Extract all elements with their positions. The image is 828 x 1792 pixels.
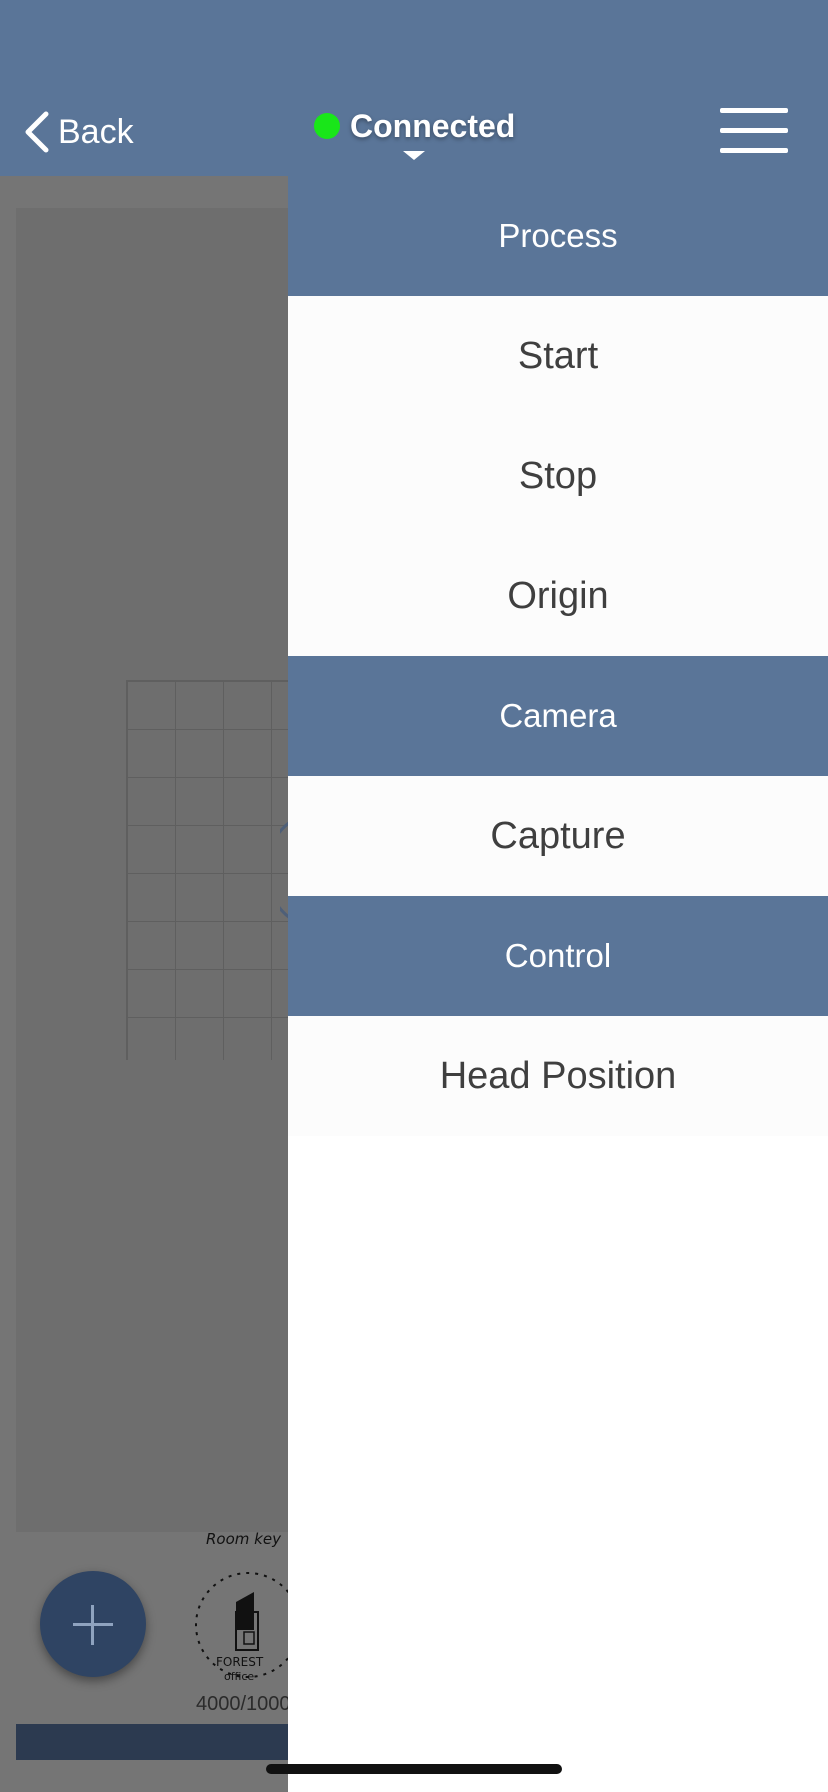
design-thumbnail[interactable]: Room key FOREST office (186, 1530, 301, 1690)
back-label: Back (58, 112, 134, 151)
back-button[interactable]: Back (22, 108, 134, 156)
menu-section-camera: Camera (288, 656, 828, 776)
work-grid (126, 680, 288, 1060)
menu-section-process: Process (288, 176, 828, 296)
connection-status-text: Connected (350, 107, 516, 144)
side-menu: Process Start Stop Origin Camera Capture… (288, 176, 828, 1792)
svg-text:FOREST: FOREST (216, 1655, 264, 1669)
hamburger-icon-line (720, 128, 788, 133)
status-dot-icon (314, 113, 340, 139)
menu-item-capture[interactable]: Capture (288, 776, 828, 896)
menu-item-stop[interactable]: Stop (288, 416, 828, 536)
connection-status[interactable]: Connected (314, 104, 515, 148)
chevron-left-icon (25, 111, 49, 153)
svg-text:office: office (224, 1670, 254, 1683)
add-button[interactable] (40, 1571, 146, 1677)
hamburger-icon-line (720, 108, 788, 113)
caret-down-icon (403, 151, 425, 160)
menu-item-start[interactable]: Start (288, 296, 828, 416)
thumbnail-caption: 4000/1000 (196, 1693, 288, 1715)
svg-text:Room key: Room key (206, 1530, 282, 1548)
menu-item-head-position[interactable]: Head Position (288, 1016, 828, 1136)
menu-section-control: Control (288, 896, 828, 1016)
hamburger-icon-line (720, 148, 788, 153)
top-bar: Back Connected (0, 0, 828, 176)
menu-item-origin[interactable]: Origin (288, 536, 828, 656)
home-indicator[interactable] (266, 1764, 562, 1774)
bottom-toolbar (16, 1724, 288, 1760)
forest-office-logo: Room key FOREST office (195, 1530, 301, 1683)
menu-toggle-button[interactable] (720, 108, 788, 154)
